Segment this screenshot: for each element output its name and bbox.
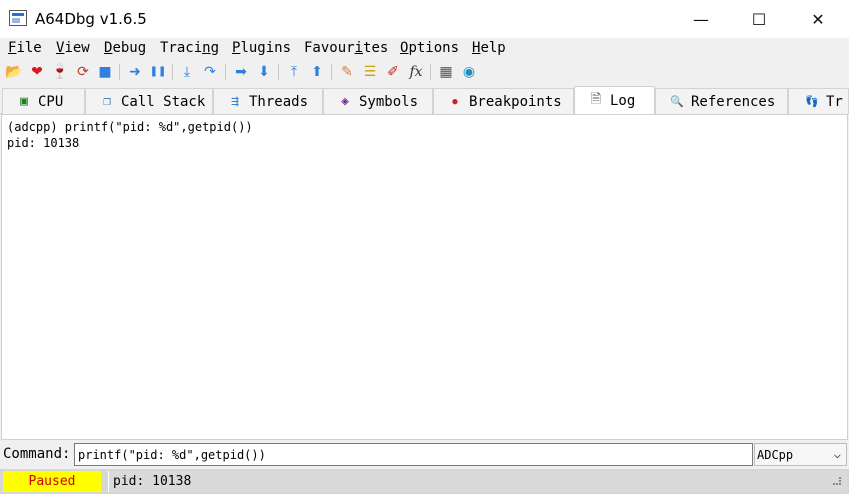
menu-view[interactable]: View bbox=[56, 40, 90, 56]
tab-trace[interactable]: 👣 Tr bbox=[788, 88, 849, 114]
menu-plugins[interactable]: Plugins bbox=[232, 40, 291, 56]
command-input[interactable]: printf("pid: %d",getpid()) bbox=[74, 443, 753, 466]
title-bar: A64Dbg v1.6.5 — ☐ ✕ bbox=[0, 0, 849, 38]
menu-bar: File View Debug Tracing Plugins Favourit… bbox=[0, 38, 849, 60]
restart-icon[interactable]: ⟳ bbox=[74, 63, 92, 81]
toolbar-separator bbox=[172, 64, 173, 80]
call-stack-icon: ❐ bbox=[103, 94, 111, 109]
pause-icon[interactable]: ❚❚ bbox=[149, 63, 167, 81]
trace-footsteps-icon: 👣 bbox=[805, 95, 819, 108]
symbols-icon: ◈ bbox=[341, 94, 349, 109]
menu-favourites[interactable]: Favourites bbox=[304, 40, 388, 56]
command-bar: Command: printf("pid: %d",getpid()) ADCp… bbox=[0, 441, 849, 468]
tab-label: Threads bbox=[249, 93, 309, 110]
minimize-button[interactable]: — bbox=[672, 0, 730, 38]
toolbar-separator bbox=[225, 64, 226, 80]
menu-debug[interactable]: Debug bbox=[104, 40, 146, 56]
toolbar-separator bbox=[331, 64, 332, 80]
tab-cpu[interactable]: ▣ CPU bbox=[2, 88, 85, 114]
step-over-icon[interactable]: ↷ bbox=[201, 63, 219, 81]
resize-grip-icon[interactable] bbox=[833, 477, 841, 485]
chevron-down-icon: ⌵ bbox=[833, 447, 841, 461]
globe-icon[interactable]: ◉ bbox=[460, 63, 478, 81]
comments-icon[interactable]: ☰ bbox=[361, 63, 379, 81]
menu-file[interactable]: File bbox=[8, 40, 42, 56]
tab-label: Log bbox=[610, 93, 636, 109]
function-fx-icon[interactable]: fx bbox=[407, 63, 425, 81]
toolbar-separator bbox=[430, 64, 431, 80]
step-up-icon[interactable]: ⬆ bbox=[308, 63, 326, 81]
tab-references[interactable]: 🔍 References bbox=[655, 88, 788, 114]
patch-icon[interactable]: ✎ bbox=[338, 63, 356, 81]
tab-label: Breakpoints bbox=[469, 93, 562, 110]
log-output-pane[interactable]: (adcpp) printf("pid: %d",getpid()) pid: … bbox=[1, 114, 848, 440]
magnifier-icon: 🔍 bbox=[670, 95, 684, 108]
command-label: Command: bbox=[3, 446, 71, 462]
window-title: A64Dbg v1.6.5 bbox=[35, 10, 147, 28]
status-message: pid: 10138 bbox=[108, 471, 847, 492]
execute-till-return-icon[interactable]: ⤒ bbox=[285, 63, 303, 81]
tab-call-stack[interactable]: ❐ Call Stack bbox=[85, 88, 213, 114]
app-window-icon bbox=[9, 10, 27, 26]
calculator-icon[interactable]: ▦ bbox=[437, 63, 455, 81]
tab-label: References bbox=[691, 93, 776, 110]
open-icon[interactable]: 📂 bbox=[5, 63, 23, 81]
tab-label: Tr bbox=[826, 93, 843, 110]
tab-label: CPU bbox=[38, 93, 64, 110]
tab-breakpoints[interactable]: ● Breakpoints bbox=[433, 88, 574, 114]
log-line: pid: 10138 bbox=[7, 136, 80, 150]
tab-log[interactable]: 🗎 Log bbox=[574, 86, 655, 115]
run-arrow-icon[interactable]: ➜ bbox=[126, 63, 144, 81]
tab-symbols[interactable]: ◈ Symbols bbox=[323, 88, 433, 114]
menu-help[interactable]: Help bbox=[472, 40, 506, 56]
run-to-user-icon[interactable]: ➡ bbox=[232, 63, 250, 81]
toolbar-separator bbox=[278, 64, 279, 80]
log-line: (adcpp) printf("pid: %d",getpid()) bbox=[7, 120, 253, 134]
command-mode-select[interactable]: ADCpp ⌵ bbox=[754, 443, 847, 466]
toolbar-separator bbox=[119, 64, 120, 80]
threads-icon: ⇶ bbox=[231, 94, 239, 109]
menu-tracing[interactable]: Tracing bbox=[160, 40, 219, 56]
breakpoint-dot-icon: ● bbox=[452, 96, 458, 107]
tab-bar: ▣ CPU ❐ Call Stack ⇶ Threads ◈ Symbols ●… bbox=[0, 86, 849, 115]
menu-options[interactable]: Options bbox=[400, 40, 459, 56]
step-down-icon[interactable]: ⬇ bbox=[255, 63, 273, 81]
debug-state-badge: Paused bbox=[3, 471, 101, 492]
attach-heart-icon[interactable]: ❤ bbox=[28, 63, 46, 81]
tab-label: Call Stack bbox=[121, 93, 206, 110]
tab-threads[interactable]: ⇶ Threads bbox=[213, 88, 323, 114]
cpu-chip-icon: ▣ bbox=[20, 94, 28, 109]
status-bar: Paused pid: 10138 bbox=[0, 469, 849, 494]
detach-glass-icon[interactable]: 🍷 bbox=[51, 63, 69, 81]
highlight-icon[interactable]: ✐ bbox=[384, 63, 402, 81]
step-into-icon[interactable]: ⤓ bbox=[178, 63, 196, 81]
toolbar: 📂 ❤ 🍷 ⟳ ■ ➜ ❚❚ ⤓ ↷ ➡ ⬇ ⤒ ⬆ ✎ ☰ ✐ fx ▦ ◉ bbox=[0, 60, 849, 85]
maximize-button[interactable]: ☐ bbox=[730, 0, 788, 38]
tab-label: Symbols bbox=[359, 93, 419, 110]
close-button[interactable]: ✕ bbox=[789, 0, 847, 38]
stop-icon[interactable]: ■ bbox=[96, 63, 114, 81]
log-page-icon: 🗎 bbox=[590, 92, 602, 107]
command-mode-value: ADCpp bbox=[757, 448, 794, 462]
